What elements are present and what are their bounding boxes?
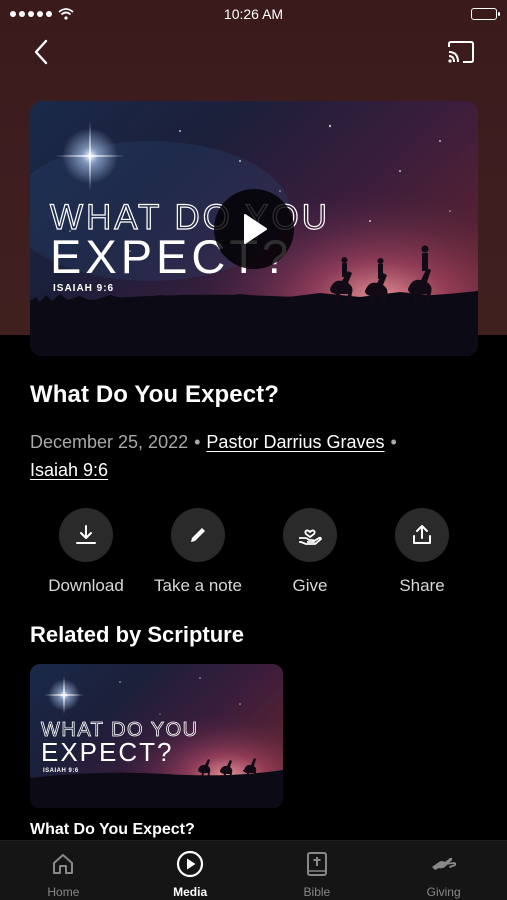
- share-icon: [413, 525, 431, 544]
- giving-hand-icon: [431, 857, 456, 870]
- sermon-date: December 25, 2022: [30, 432, 189, 452]
- related-item-title[interactable]: What Do You Expect?: [30, 821, 195, 839]
- take-note-button[interactable]: Take a note: [142, 508, 254, 596]
- sermon-title: What Do You Expect?: [30, 381, 280, 408]
- home-icon: [53, 854, 74, 874]
- battery-icon: [471, 8, 500, 20]
- tab-home-label: Home: [47, 885, 80, 899]
- tab-home[interactable]: Home: [0, 841, 127, 900]
- download-button[interactable]: Download: [30, 508, 142, 596]
- download-icon: [76, 525, 96, 544]
- action-row: Download Take a note Give Share: [30, 508, 478, 598]
- download-icon-circle: [59, 508, 113, 562]
- artwork-reference: ISAIAH 9:6: [53, 283, 114, 294]
- related-artwork-line2: EXPECT?: [41, 737, 174, 767]
- separator-dot: •: [194, 432, 201, 452]
- giving-icon-circle: [283, 508, 337, 562]
- cast-icon: [448, 41, 474, 63]
- pencil-icon: [191, 528, 205, 542]
- related-heading: Related by Scripture: [30, 622, 244, 647]
- tab-bible-label: Bible: [303, 885, 331, 899]
- sermon-meta: December 25, 2022 • Pastor Darrius Graves •…: [30, 428, 480, 484]
- pencil-icon-circle: [171, 508, 225, 562]
- download-label: Download: [48, 576, 124, 595]
- status-bar: 10:26 AM: [0, 0, 507, 28]
- related-artwork: WHAT DO YOU EXPECT? ISAIAH 9:6: [30, 664, 283, 808]
- tab-bible[interactable]: Bible: [254, 841, 381, 900]
- take-note-label: Take a note: [154, 576, 242, 595]
- bible-icon: [306, 852, 327, 876]
- chevron-left-icon: [34, 39, 48, 65]
- play-circle-icon: [177, 850, 204, 878]
- status-time: 10:26 AM: [223, 6, 284, 22]
- speaker-link[interactable]: Pastor Darrius Graves: [206, 432, 384, 452]
- cast-button[interactable]: [445, 38, 477, 66]
- tab-giving[interactable]: Giving: [380, 841, 507, 900]
- share-icon-circle: [395, 508, 449, 562]
- video-player[interactable]: WHAT DO YOU EXPECT? ISAIAH 9:6: [30, 101, 478, 356]
- back-button[interactable]: [26, 36, 56, 68]
- tab-bar: Home Media Bible Giving: [0, 840, 507, 900]
- tab-media[interactable]: Media: [127, 841, 254, 900]
- give-button[interactable]: Give: [254, 508, 366, 596]
- tab-media-label: Media: [173, 885, 208, 899]
- related-artwork-reference: ISAIAH 9:6: [43, 768, 79, 774]
- play-icon: [244, 214, 267, 244]
- tab-giving-label: Giving: [426, 885, 461, 899]
- scripture-link[interactable]: Isaiah 9:6: [30, 460, 108, 480]
- separator-dot: •: [390, 432, 397, 452]
- share-label: Share: [399, 576, 445, 595]
- play-button[interactable]: [214, 189, 294, 269]
- share-button[interactable]: Share: [366, 508, 478, 596]
- giving-hand-icon: [299, 529, 322, 545]
- related-item-card[interactable]: WHAT DO YOU EXPECT? ISAIAH 9:6: [30, 664, 283, 808]
- give-label: Give: [292, 576, 328, 595]
